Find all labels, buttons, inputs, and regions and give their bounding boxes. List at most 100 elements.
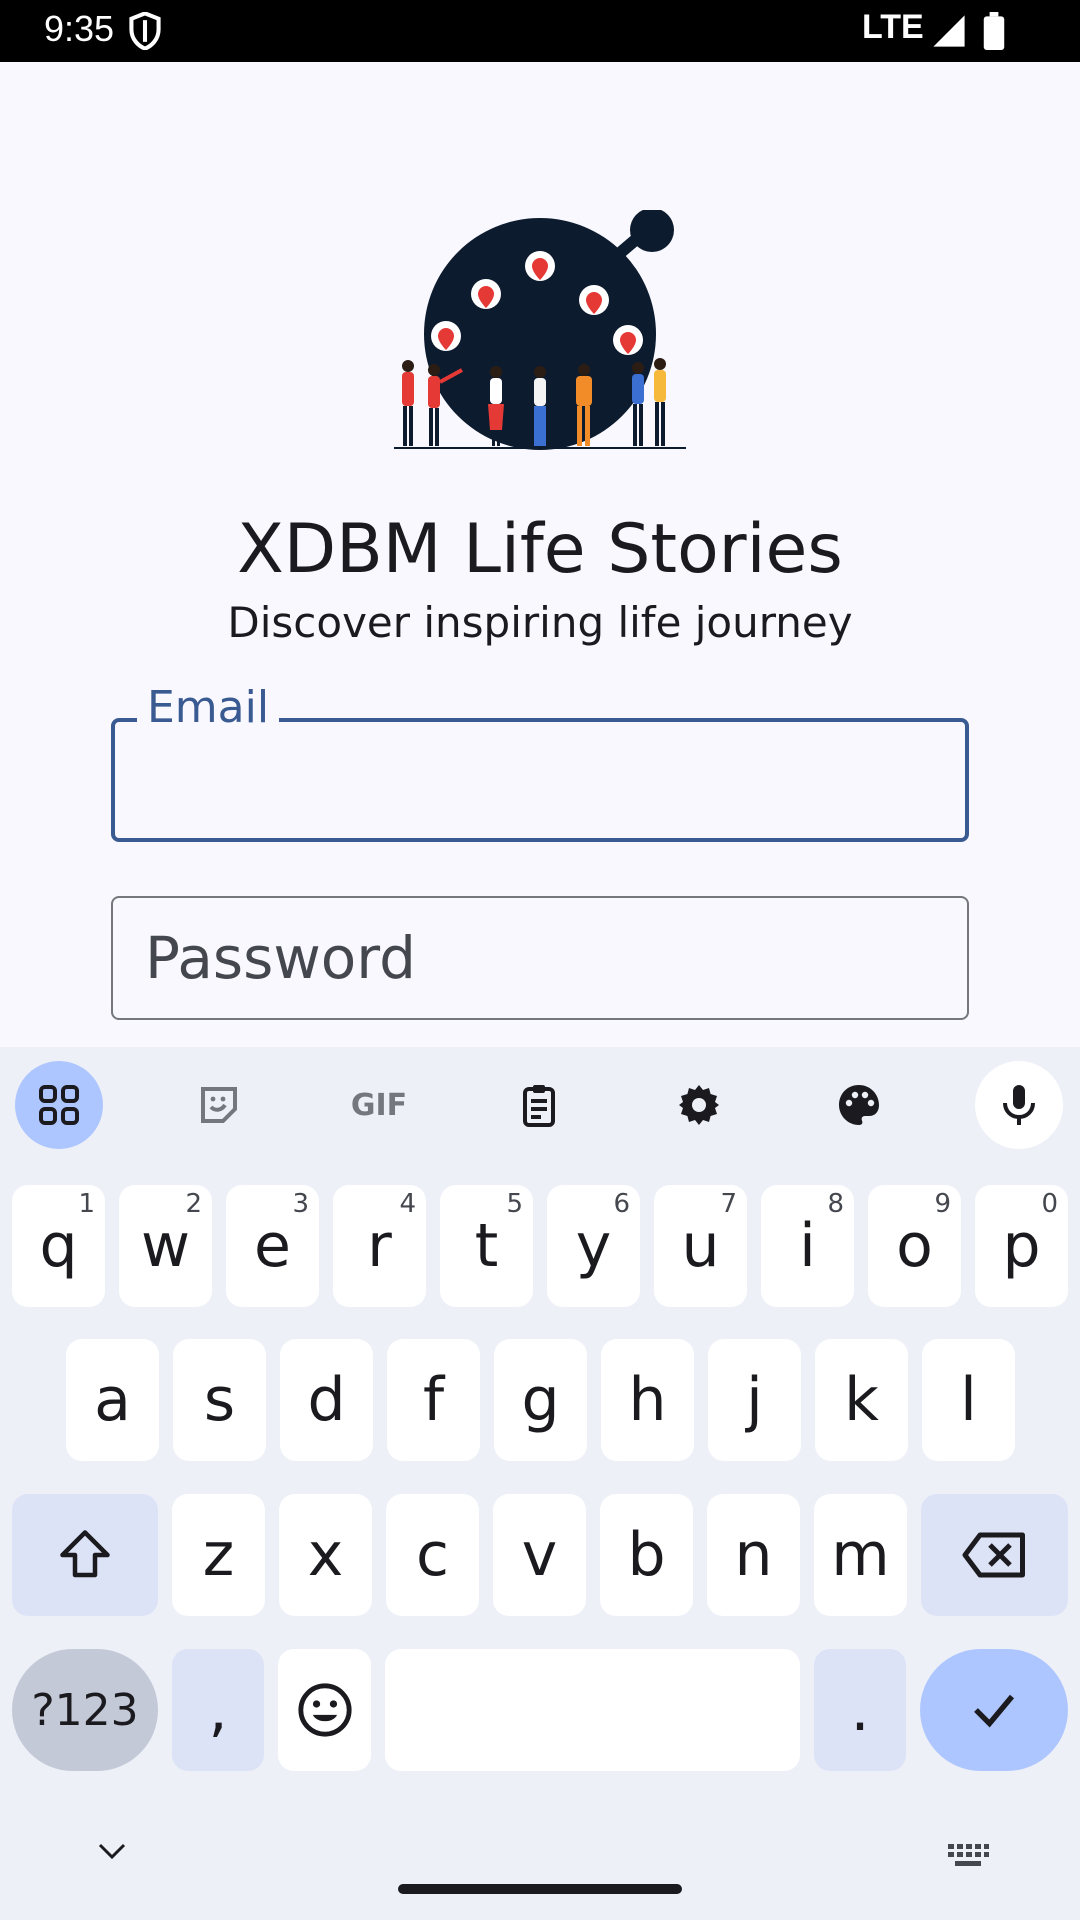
key-label: r (367, 1211, 392, 1281)
key-label: a (94, 1365, 131, 1435)
key-label: s (203, 1365, 236, 1435)
app-title: XDBM Life Stories (237, 510, 843, 589)
key-l[interactable]: l (922, 1339, 1015, 1461)
key-hint: 3 (292, 1189, 309, 1219)
key-label: g (521, 1365, 560, 1435)
key-hint: 6 (613, 1189, 630, 1219)
email-field[interactable]: Email (111, 682, 969, 842)
key-hint: 7 (720, 1189, 737, 1219)
mic-icon[interactable] (975, 1061, 1063, 1149)
key-label: p (1002, 1211, 1041, 1281)
key-label: q (39, 1211, 78, 1281)
key-o[interactable]: o9 (868, 1185, 961, 1307)
key-z[interactable]: z (172, 1494, 265, 1616)
gif-label: GIF (350, 1087, 408, 1123)
home-indicator[interactable] (398, 1884, 682, 1894)
key-e[interactable]: e3 (226, 1185, 319, 1307)
key-y[interactable]: y6 (547, 1185, 640, 1307)
key-b[interactable]: b (600, 1494, 693, 1616)
key-hint: 5 (506, 1189, 523, 1219)
password-input[interactable] (113, 898, 967, 1018)
palette-icon[interactable] (815, 1061, 903, 1149)
key-label: z (202, 1520, 235, 1590)
key-label: l (960, 1365, 977, 1435)
sticker-icon[interactable] (175, 1061, 263, 1149)
signal-icon (933, 15, 965, 47)
emoji-key[interactable] (278, 1649, 371, 1771)
status-time: 9:35 (44, 8, 115, 49)
key-label: b (627, 1520, 666, 1590)
key-hint: 9 (934, 1189, 951, 1219)
key-label: e (254, 1211, 291, 1281)
backspace-key[interactable] (921, 1494, 1068, 1616)
key-v[interactable]: v (493, 1494, 586, 1616)
key-h[interactable]: h (601, 1339, 694, 1461)
key-label: k (844, 1365, 879, 1435)
key-t[interactable]: t5 (440, 1185, 533, 1307)
key-label: n (734, 1520, 773, 1590)
key-label: x (307, 1520, 344, 1590)
password-field[interactable] (111, 896, 969, 1020)
key-hint: 2 (185, 1189, 202, 1219)
key-p[interactable]: p0 (975, 1185, 1068, 1307)
key-label: d (307, 1365, 346, 1435)
status-bar: 9:35 LTE (0, 0, 1080, 62)
key-label: t (474, 1211, 499, 1281)
shield-icon (129, 12, 161, 50)
key-c[interactable]: c (386, 1494, 479, 1616)
settings-icon[interactable] (655, 1061, 743, 1149)
key-label: c (416, 1520, 449, 1590)
key-hint: 1 (78, 1189, 95, 1219)
chevron-down-icon[interactable] (92, 1835, 132, 1865)
apps-icon[interactable] (15, 1061, 103, 1149)
key-f[interactable]: f (387, 1339, 480, 1461)
app-logo-illustration (394, 210, 686, 450)
key-w[interactable]: w2 (119, 1185, 212, 1307)
key-label: j (746, 1365, 763, 1435)
email-input[interactable] (115, 722, 965, 838)
network-type: LTE (862, 8, 924, 46)
key-j[interactable]: j (708, 1339, 801, 1461)
keyboard-switch-icon[interactable] (946, 1842, 990, 1870)
key-label: h (628, 1365, 667, 1435)
backspace-icon (962, 1532, 1025, 1578)
key-i[interactable]: i8 (761, 1185, 854, 1307)
shift-icon (60, 1530, 110, 1578)
login-screen: XDBM Life Stories Discover inspiring lif… (0, 62, 1080, 1047)
key-g[interactable]: g (494, 1339, 587, 1461)
key-n[interactable]: n (707, 1494, 800, 1616)
comma-key[interactable]: , (172, 1649, 264, 1771)
soft-keyboard: GIF q1w2e3r4t5y6u7i8o9p0 asdfghjkl zxcvb… (0, 1047, 1080, 1920)
key-a[interactable]: a (66, 1339, 159, 1461)
enter-key[interactable] (920, 1649, 1068, 1771)
key-label: f (422, 1365, 445, 1435)
key-d[interactable]: d (280, 1339, 373, 1461)
key-q[interactable]: q1 (12, 1185, 105, 1307)
key-label: v (521, 1520, 558, 1590)
key-k[interactable]: k (815, 1339, 908, 1461)
key-label: u (681, 1211, 720, 1281)
clipboard-icon[interactable] (495, 1061, 583, 1149)
symbols-key[interactable]: ?123 (12, 1649, 158, 1771)
key-s[interactable]: s (173, 1339, 266, 1461)
space-key[interactable] (385, 1649, 800, 1771)
key-hint: 0 (1041, 1189, 1058, 1219)
key-label: o (896, 1211, 933, 1281)
period-key[interactable]: . (814, 1649, 906, 1771)
gif-icon[interactable]: GIF (335, 1061, 423, 1149)
shift-key[interactable] (12, 1494, 158, 1616)
checkmark-icon (974, 1694, 1015, 1728)
key-u[interactable]: u7 (654, 1185, 747, 1307)
key-hint: 4 (399, 1189, 416, 1219)
key-label: w (140, 1211, 191, 1281)
emoji-icon (297, 1683, 352, 1737)
key-label: i (799, 1211, 816, 1281)
key-hint: 8 (827, 1189, 844, 1219)
key-r[interactable]: r4 (333, 1185, 426, 1307)
key-label: y (575, 1211, 612, 1281)
keyboard-toolbar: GIF (0, 1047, 1080, 1163)
key-x[interactable]: x (279, 1494, 372, 1616)
key-m[interactable]: m (814, 1494, 907, 1616)
app-subtitle: Discover inspiring life journey (227, 598, 853, 647)
key-label: m (831, 1520, 890, 1590)
